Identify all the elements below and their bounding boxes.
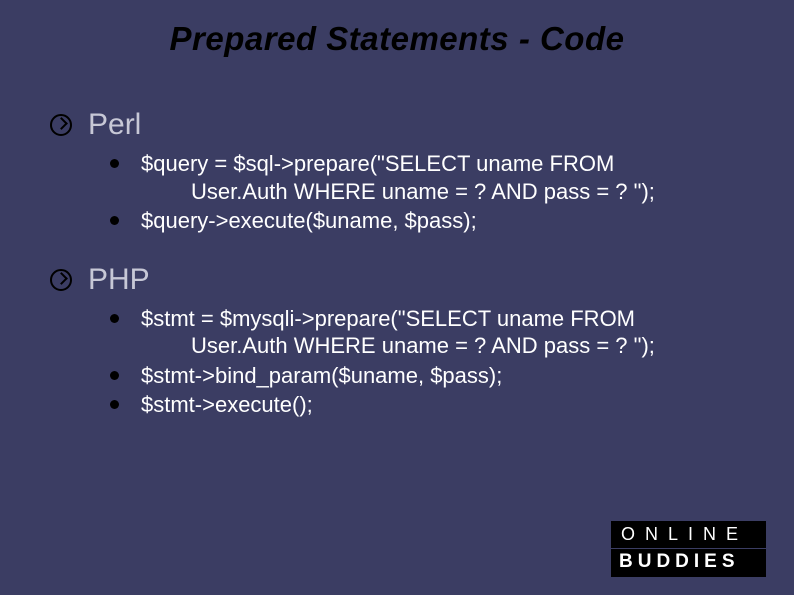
item-text: $query = $sql->prepare("SELECT uname FRO… — [141, 150, 655, 205]
item-text: $stmt->bind_param($uname, $pass); — [141, 362, 502, 390]
section-perl: Perl $query = $sql->prepare("SELECT unam… — [50, 108, 744, 235]
section-heading: PHP — [88, 263, 150, 297]
section-header: PHP — [50, 263, 744, 297]
dot-bullet-icon — [110, 159, 119, 168]
dot-bullet-icon — [110, 314, 119, 323]
slide-content: Perl $query = $sql->prepare("SELECT unam… — [0, 58, 794, 419]
arrow-bullet-icon — [50, 269, 72, 291]
section-items: $stmt = $mysqli->prepare("SELECT uname F… — [50, 305, 744, 419]
list-item: $query = $sql->prepare("SELECT uname FRO… — [110, 150, 744, 205]
dot-bullet-icon — [110, 371, 119, 380]
code-line: $query = $sql->prepare("SELECT uname FRO… — [141, 151, 614, 176]
slide-title: Prepared Statements - Code — [0, 0, 794, 58]
logo-bottom-text: BUDDIES — [611, 549, 766, 577]
section-header: Perl — [50, 108, 744, 142]
code-line-indent: User.Auth WHERE uname = ? AND pass = ? "… — [141, 178, 655, 206]
logo-top-text: ONLINE — [611, 521, 766, 549]
list-item: $stmt->execute(); — [110, 391, 744, 419]
code-line-indent: User.Auth WHERE uname = ? AND pass = ? "… — [141, 332, 655, 360]
arrow-bullet-icon — [50, 114, 72, 136]
dot-bullet-icon — [110, 216, 119, 225]
online-buddies-logo: ONLINE BUDDIES — [611, 521, 766, 573]
list-item: $stmt->bind_param($uname, $pass); — [110, 362, 744, 390]
list-item: $query->execute($uname, $pass); — [110, 207, 744, 235]
item-text: $stmt = $mysqli->prepare("SELECT uname F… — [141, 305, 655, 360]
dot-bullet-icon — [110, 400, 119, 409]
code-line: $stmt = $mysqli->prepare("SELECT uname F… — [141, 306, 635, 331]
section-php: PHP $stmt = $mysqli->prepare("SELECT una… — [50, 263, 744, 419]
item-text: $stmt->execute(); — [141, 391, 313, 419]
list-item: $stmt = $mysqli->prepare("SELECT uname F… — [110, 305, 744, 360]
item-text: $query->execute($uname, $pass); — [141, 207, 477, 235]
section-heading: Perl — [88, 108, 141, 142]
section-items: $query = $sql->prepare("SELECT uname FRO… — [50, 150, 744, 235]
